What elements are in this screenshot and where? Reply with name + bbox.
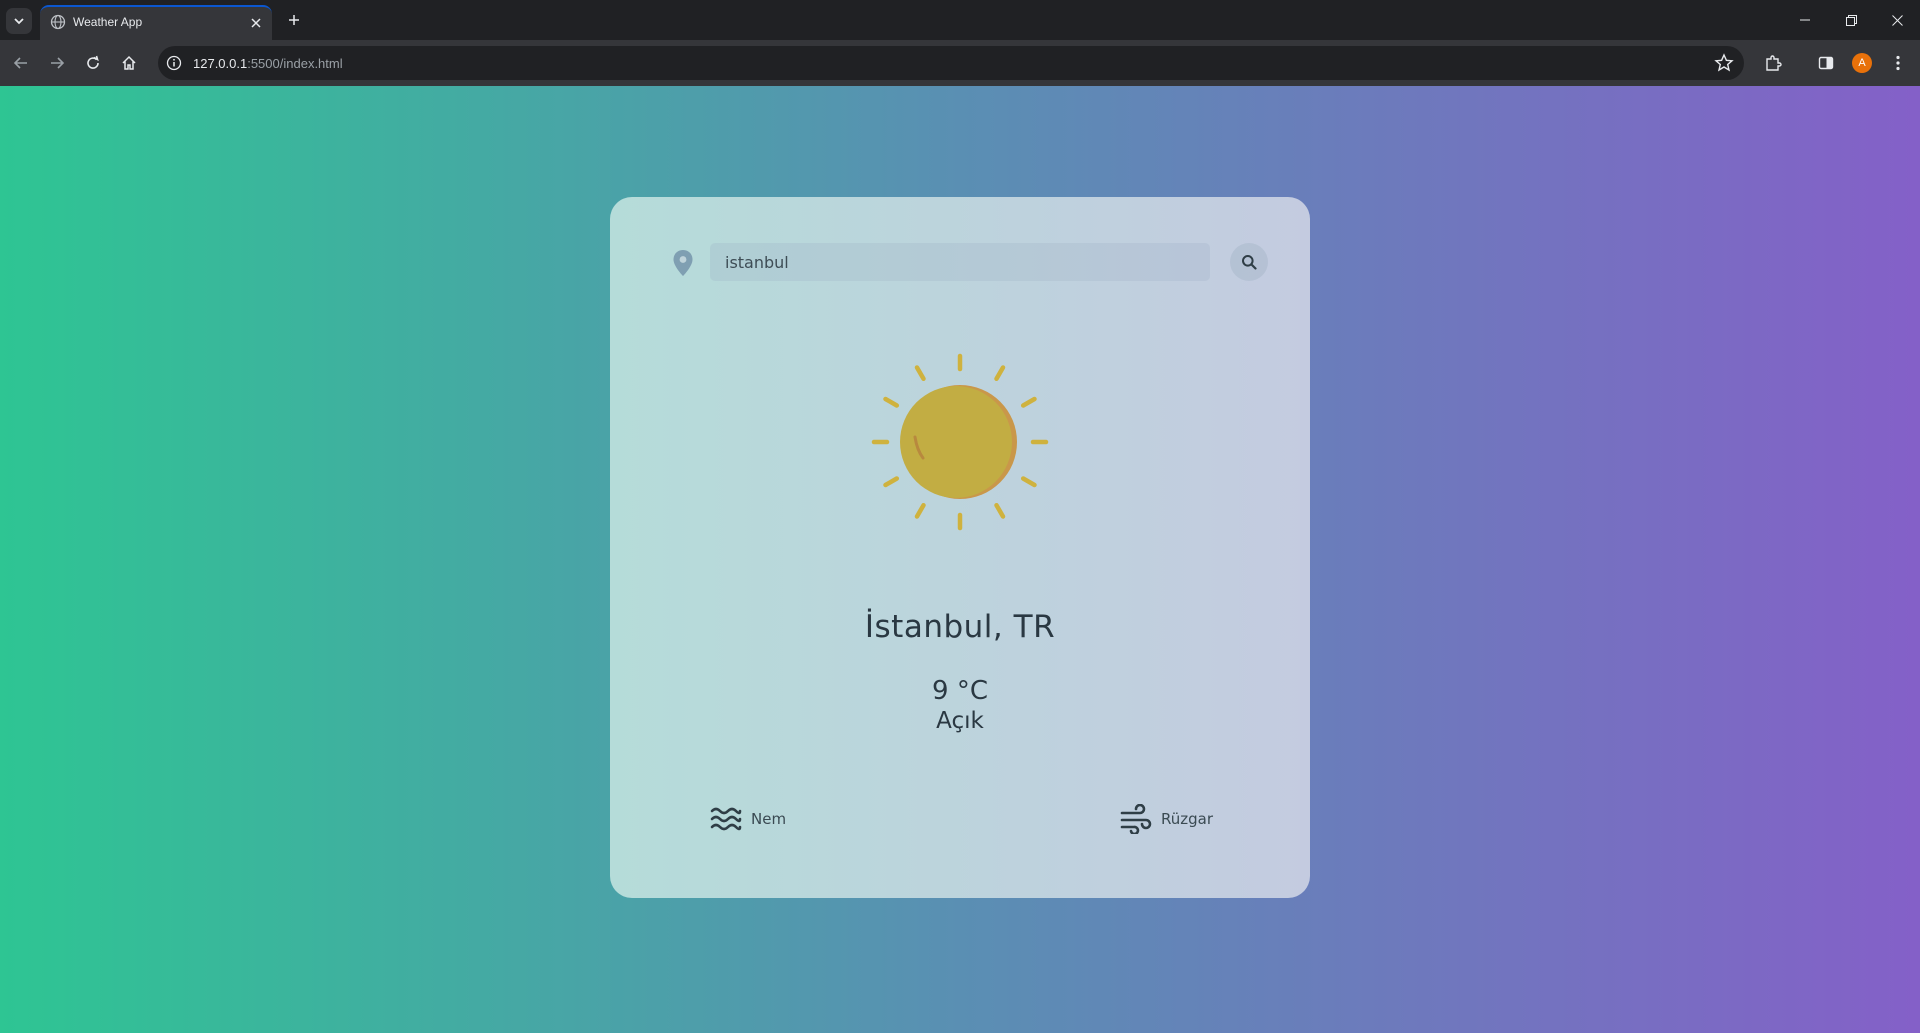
humidity-detail: Nem <box>710 804 786 834</box>
more-vertical-icon <box>1896 55 1900 71</box>
page-viewport: İstanbul, TR 9 °C Açık Nem Rüzgar <box>0 86 1920 1033</box>
avatar: A <box>1852 53 1872 73</box>
tab-search-button[interactable] <box>6 8 32 34</box>
tab-title: Weather App <box>73 15 143 29</box>
plus-icon <box>289 15 299 25</box>
close-window-button[interactable] <box>1874 0 1920 40</box>
weather-card: İstanbul, TR 9 °C Açık Nem Rüzgar <box>610 197 1310 898</box>
wind-detail: Rüzgar <box>1120 804 1213 834</box>
url-text: 127.0.0.1:5500/index.html <box>193 56 343 71</box>
city-name: İstanbul, TR <box>864 609 1056 645</box>
waves-icon <box>710 807 742 831</box>
bookmark-star-icon[interactable] <box>1714 53 1734 73</box>
wind-icon <box>1120 804 1152 834</box>
close-icon <box>1891 14 1903 26</box>
arrow-left-icon <box>13 57 27 69</box>
search-button[interactable] <box>1230 243 1268 281</box>
reload-icon <box>87 55 99 69</box>
info-icon[interactable] <box>166 55 182 71</box>
side-panel-button[interactable] <box>1813 50 1839 76</box>
temperature: 9 °C <box>932 676 988 706</box>
minimize-icon <box>1800 19 1810 21</box>
city-search-input[interactable] <box>710 243 1210 281</box>
minimize-button[interactable] <box>1782 0 1828 40</box>
chevron-down-icon <box>14 18 24 25</box>
restore-button[interactable] <box>1828 0 1874 40</box>
forward-button[interactable] <box>44 50 70 76</box>
close-icon <box>251 18 261 28</box>
browser-tab[interactable]: Weather App <box>40 5 272 40</box>
back-button[interactable] <box>8 50 34 76</box>
browser-menu-button[interactable] <box>1885 50 1911 76</box>
puzzle-icon <box>1766 55 1782 71</box>
restore-icon <box>1845 14 1857 26</box>
weather-description: Açık <box>936 708 984 734</box>
browser-tab-strip: Weather App <box>0 0 1920 40</box>
humidity-label: Nem <box>751 810 787 828</box>
location-pin-icon <box>673 250 693 276</box>
home-button[interactable] <box>116 50 142 76</box>
arrow-right-icon <box>51 57 65 69</box>
search-icon <box>1242 255 1257 270</box>
tab-close-button[interactable] <box>248 15 264 31</box>
window-controls <box>1782 0 1920 40</box>
side-panel-icon <box>1818 56 1834 70</box>
browser-toolbar: 127.0.0.1:5500/index.html A <box>0 40 1920 86</box>
sun-icon <box>871 353 1049 531</box>
wind-label: Rüzgar <box>1161 810 1214 828</box>
reload-button[interactable] <box>80 50 106 76</box>
profile-button[interactable]: A <box>1849 50 1875 76</box>
url-path: :5500/index.html <box>247 56 343 71</box>
globe-icon <box>50 14 66 30</box>
url-host: 127.0.0.1 <box>193 56 248 71</box>
address-bar[interactable]: 127.0.0.1:5500/index.html <box>158 46 1744 80</box>
extensions-button[interactable] <box>1760 50 1786 76</box>
home-icon <box>122 55 136 70</box>
new-tab-button[interactable] <box>282 8 306 32</box>
